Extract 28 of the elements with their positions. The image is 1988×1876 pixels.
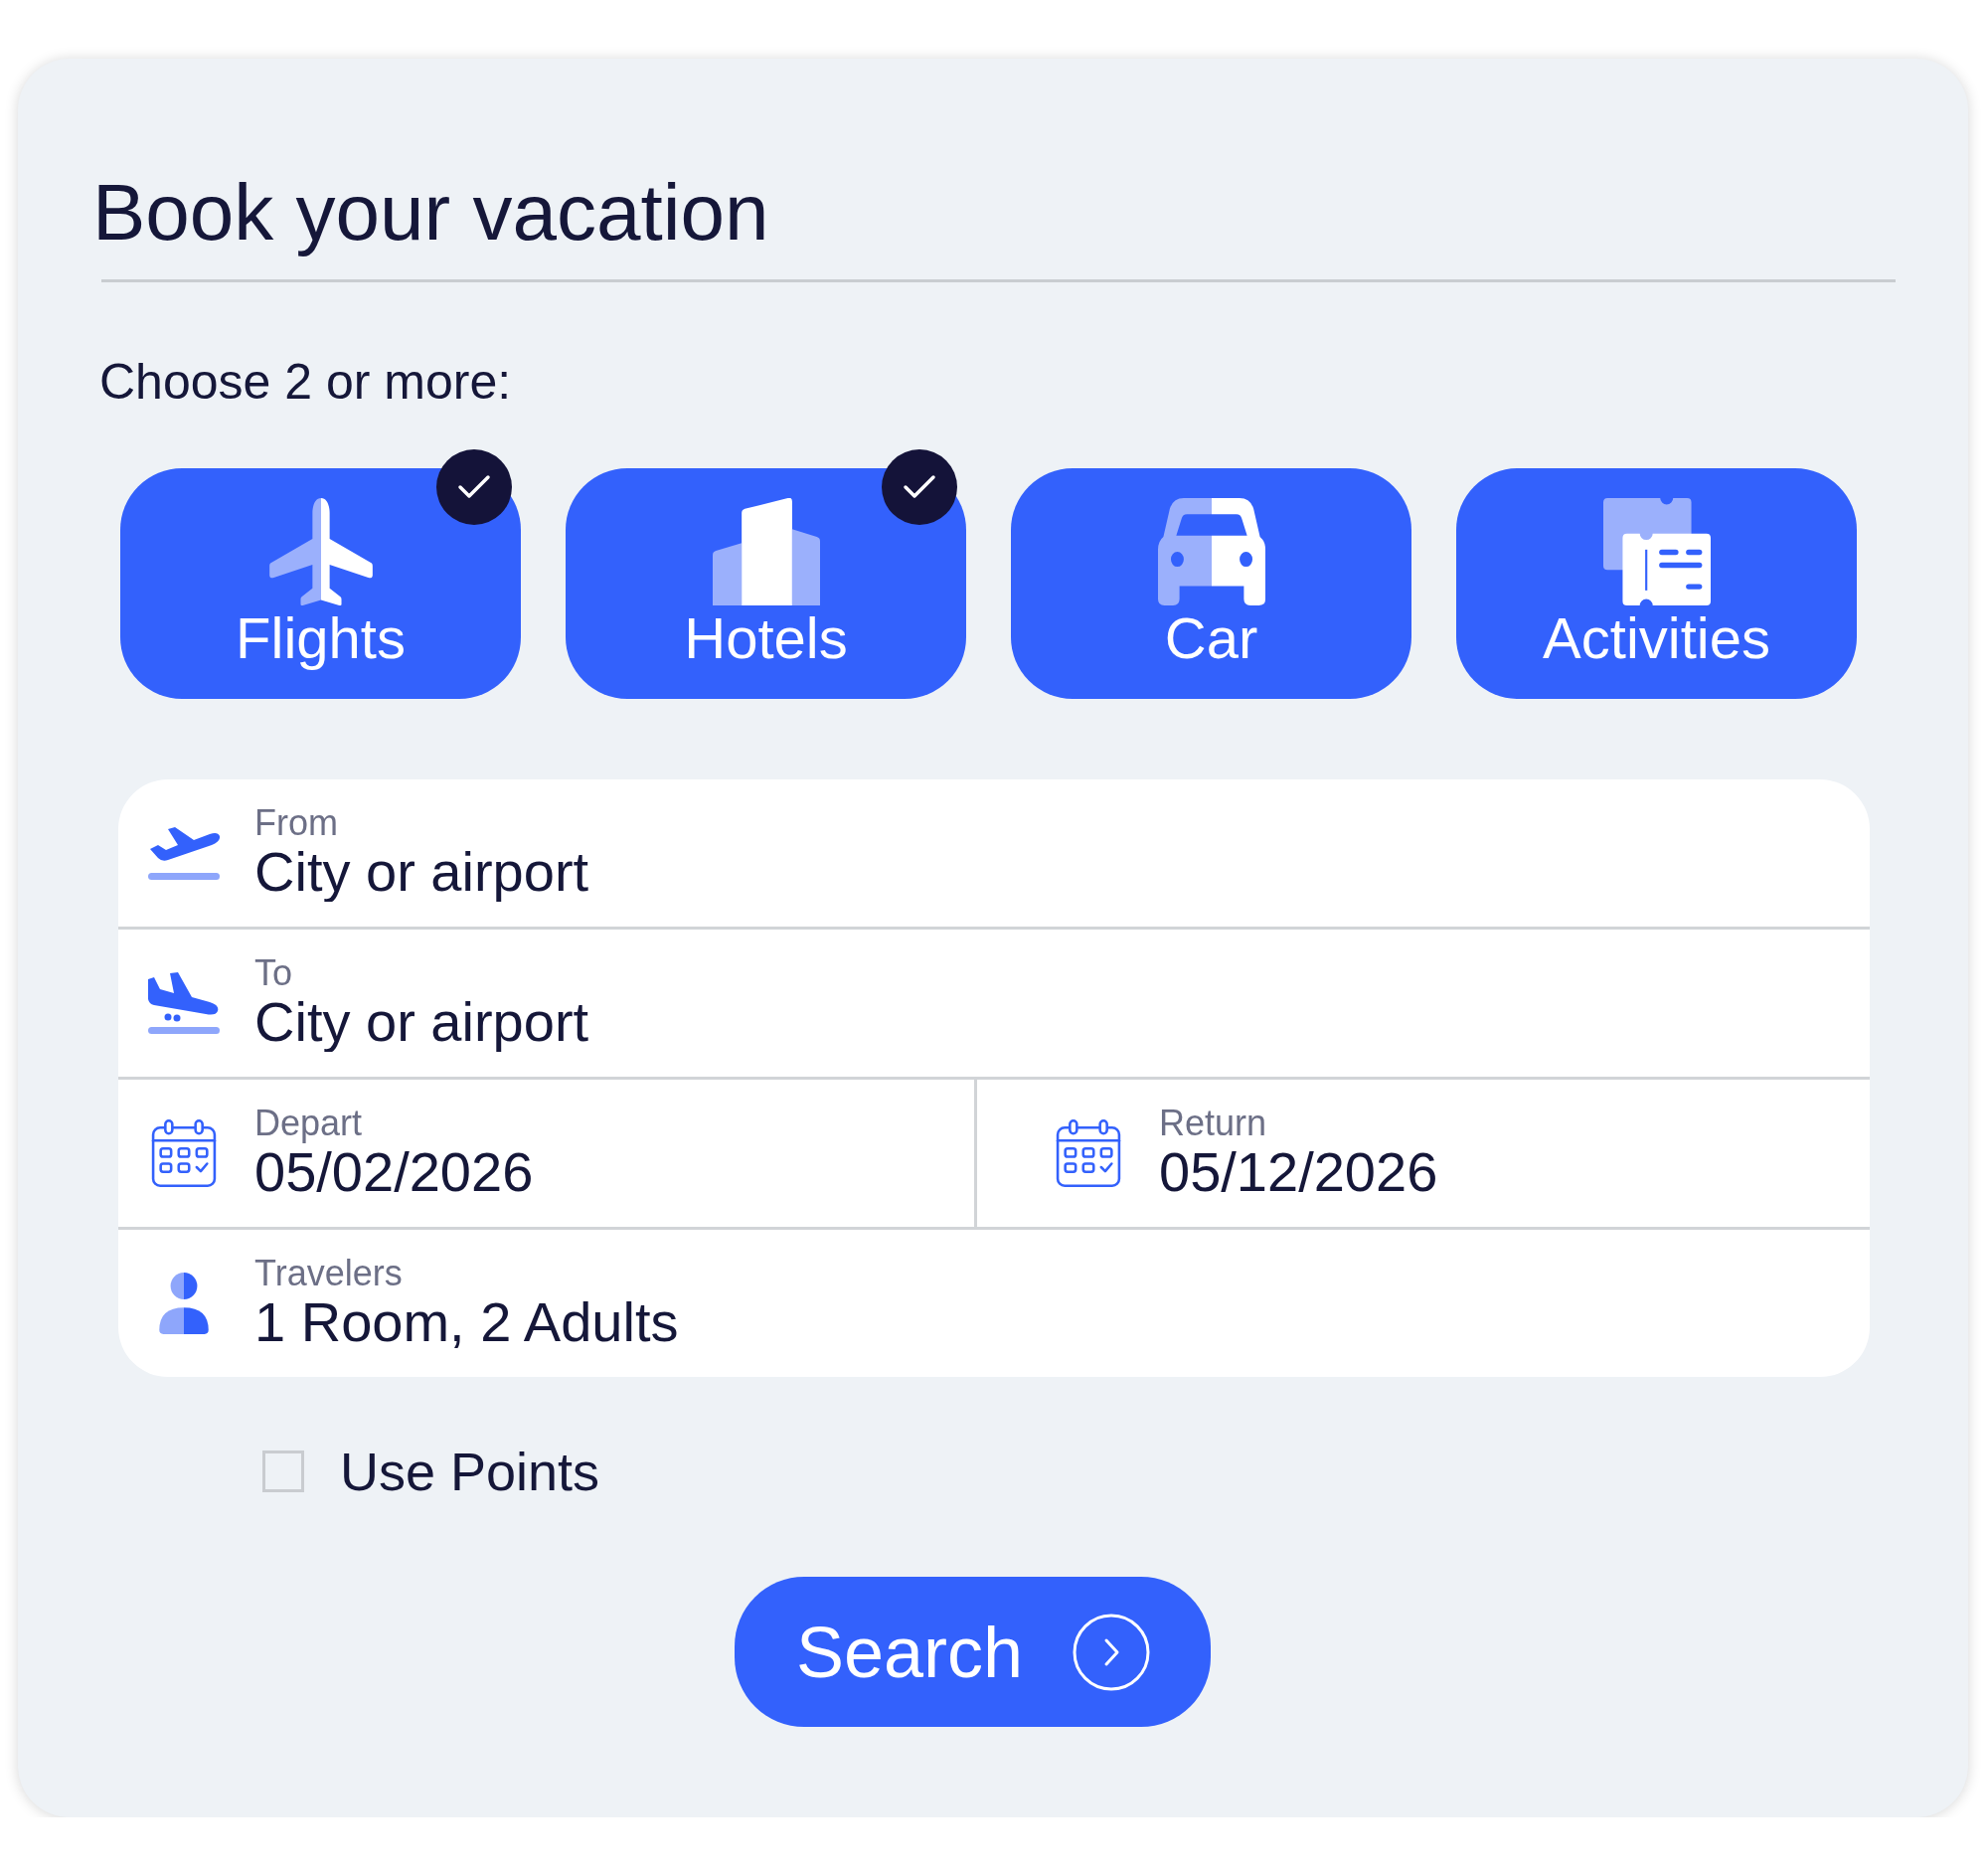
takeoff-plane-icon [148,825,220,881]
category-button[interactable]: Car [1011,468,1411,699]
field-label: Travelers [254,1255,403,1292]
travelers-input[interactable]: 1 Room, 2 Adults [254,1292,1870,1352]
date-input[interactable]: 05/02/2026 [254,1142,974,1202]
calendar-icon [151,1118,217,1188]
field-label: Return [1159,1105,1267,1142]
building-icon [712,498,820,605]
date-input[interactable]: 05/12/2026 [1159,1142,1870,1202]
check-badge-icon [882,449,957,525]
check-badge-icon [436,449,512,525]
tickets-icon [1602,498,1711,605]
plane-icon [266,498,375,605]
landing-plane-icon [148,971,220,1035]
page-title: Book your vacation [92,167,769,258]
search-button[interactable]: Search [735,1577,1211,1727]
field-label: Depart [254,1105,363,1142]
field-label: To [254,954,293,992]
checkbox[interactable] [262,1450,304,1492]
arrow-circle-icon [1073,1613,1151,1691]
category-button[interactable]: Flights [120,468,521,699]
category-button[interactable]: Activities [1456,468,1857,699]
car-icon [1157,498,1265,605]
prompt-text: Choose 2 or more: [99,353,512,412]
calendar-icon [1056,1118,1121,1188]
category-button[interactable]: Hotels [566,468,966,699]
field-label: From [254,804,338,842]
checkbox-label: Use Points [340,1441,600,1502]
